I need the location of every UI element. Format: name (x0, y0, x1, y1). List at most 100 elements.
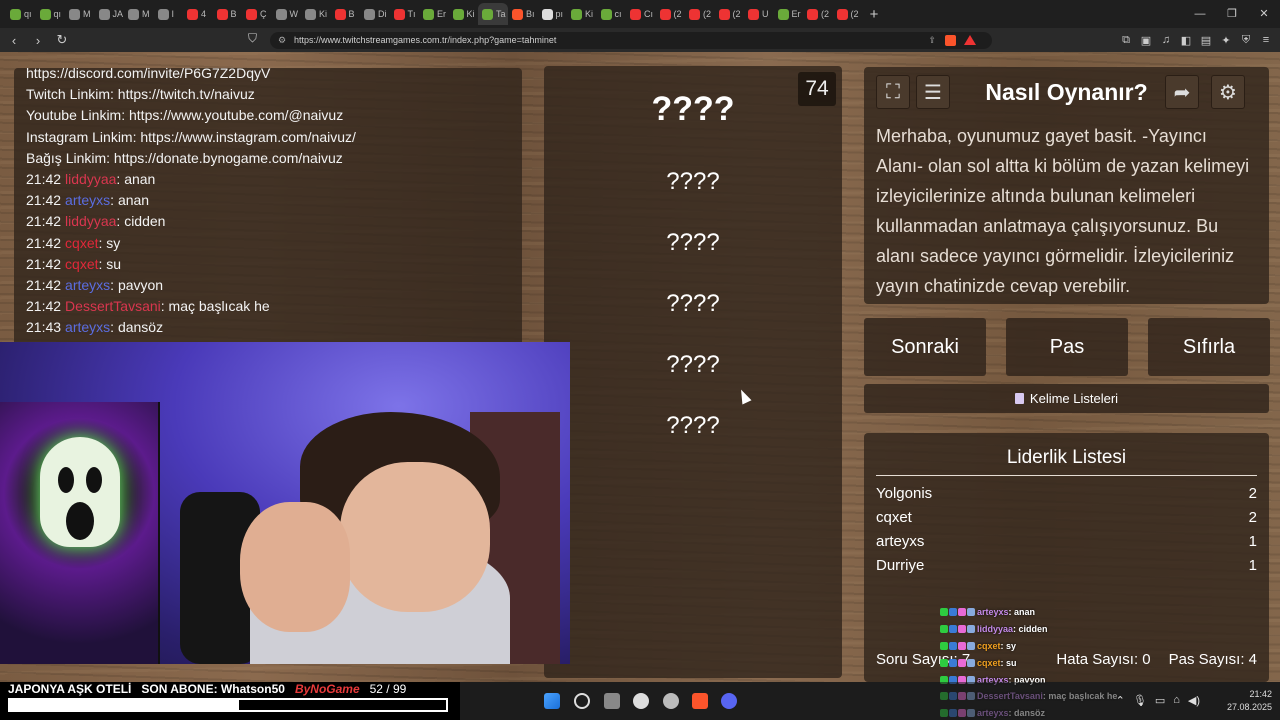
leaderboard-row: Yolgonis 2 (876, 482, 1257, 506)
discord-icon[interactable] (721, 693, 737, 709)
close-window-button[interactable]: ✕ (1248, 0, 1280, 28)
browser-tab[interactable]: Cı (626, 3, 656, 25)
browser-tab[interactable]: B (213, 3, 243, 25)
chat-username[interactable]: cqxet (65, 235, 98, 251)
display-icon[interactable]: ▭ (1155, 694, 1165, 707)
browser-tab[interactable]: Ki (301, 3, 331, 25)
chat-info-line: Twitch Linkim: https://twitch.tv/naivuz (26, 86, 255, 103)
tab-label: Ki (585, 9, 594, 19)
chatgpt-icon[interactable] (633, 693, 649, 709)
chat-username[interactable]: arteyxs (65, 277, 110, 293)
browser-tab[interactable]: Ç (242, 3, 272, 25)
chat-time: 21:42 (26, 234, 62, 251)
chat-username[interactable]: cqxet (65, 256, 98, 272)
chat-username[interactable]: liddyyaa (65, 171, 116, 187)
exit-icon[interactable]: ➦ (1165, 75, 1199, 109)
start-icon[interactable] (544, 693, 560, 709)
browser-tab[interactable]: M (124, 3, 154, 25)
browser-tab[interactable]: Ta✕ (478, 3, 508, 25)
reset-button[interactable]: Sıfırla (1148, 318, 1270, 376)
player-score: 2 (1248, 485, 1257, 502)
browser-tab[interactable]: (2 (833, 3, 863, 25)
forward-button[interactable]: › (28, 33, 48, 48)
browser-tab[interactable]: Ki (449, 3, 479, 25)
site-info-icon[interactable]: ⚙ (278, 32, 286, 49)
new-tab-button[interactable]: + (862, 6, 886, 23)
tab-label: JA (112, 9, 124, 19)
tab-favicon-icon (305, 8, 316, 20)
reload-button[interactable]: ↻ (52, 32, 72, 48)
vpn-icon[interactable]: ⛨ (1240, 34, 1252, 47)
obs-icon[interactable] (663, 693, 679, 709)
word-lists-button[interactable]: Kelime Listeleri (864, 384, 1269, 413)
chat-username[interactable]: liddyyaa (65, 213, 116, 229)
browser-tab[interactable]: pı (538, 3, 568, 25)
tab-label: Er (437, 9, 446, 19)
minimize-button[interactable]: — (1184, 0, 1216, 28)
last-subscriber: SON ABONE: Whatson50 (141, 682, 285, 696)
chat-username[interactable]: arteyxs (65, 192, 110, 208)
browser-tab[interactable]: Bı (508, 3, 538, 25)
browser-tab[interactable]: B (331, 3, 361, 25)
bookmark-icon[interactable]: ⛉ (248, 31, 257, 46)
chat-badges-icon (940, 641, 975, 650)
gear-icon[interactable]: ⚙ (1211, 75, 1245, 109)
maximize-button[interactable]: ❐ (1216, 0, 1248, 28)
network-icon[interactable]: ⌂ (1173, 694, 1180, 707)
share-icon[interactable]: ⇪ (928, 32, 936, 49)
back-button[interactable]: ‹ (4, 33, 24, 48)
browser-tab[interactable]: Ki (567, 3, 597, 25)
volume-icon[interactable]: ◀) (1188, 694, 1200, 707)
chat-username[interactable]: DessertTavsani (65, 298, 161, 314)
stream-chat-panel: https://discord.com/invite/P6G7Z2DqyV Twi… (14, 68, 522, 350)
pass-button[interactable]: Pas (1006, 318, 1128, 376)
chat-message: 21:42 cqxet: sy (26, 233, 510, 254)
chat-messages: 21:42 liddyyaa: anan 21:42 arteyxs: anan 21:… (26, 169, 510, 339)
wallet-icon[interactable]: ▤ (1200, 34, 1212, 47)
brave-icon[interactable] (692, 693, 708, 709)
browser-tab[interactable]: Di (360, 3, 390, 25)
browser-tab[interactable]: W (272, 3, 302, 25)
player-name: Durriye (876, 557, 925, 574)
media-icon[interactable]: ♫ (1160, 34, 1172, 46)
chevron-up-icon[interactable]: ⌃ (1116, 694, 1125, 707)
tab-favicon-icon (246, 8, 257, 20)
tab-label: Ç (260, 9, 267, 19)
tab-favicon-icon (98, 8, 110, 20)
extensions-icon[interactable]: ⧉ (1120, 34, 1132, 47)
tab-label: I (171, 9, 175, 19)
leo-icon[interactable]: ✦ (1220, 34, 1232, 47)
browser-tab[interactable]: JA (95, 3, 125, 25)
chat-username[interactable]: arteyxs (65, 319, 110, 335)
clock[interactable]: 21:42 27.08.2025 (1227, 688, 1272, 714)
tab-label: pı (555, 9, 564, 19)
overlay-chat-line: arteyxs : anan (940, 604, 1140, 621)
browser-tab[interactable]: U (744, 3, 774, 25)
browser-tab[interactable]: (2 (685, 3, 715, 25)
tab-label: B (348, 9, 355, 19)
browser-tab[interactable]: (2 (715, 3, 745, 25)
browser-tab[interactable]: Tı (390, 3, 420, 25)
browser-tab[interactable]: (2 (803, 3, 833, 25)
browser-tab[interactable]: Er (419, 3, 449, 25)
task-view-icon[interactable] (604, 693, 620, 709)
address-bar[interactable]: ⚙ https://www.twitchstreamgames.com.tr/i… (270, 32, 992, 49)
brave-rewards-icon[interactable] (964, 35, 976, 45)
browser-tab[interactable]: Er (774, 3, 804, 25)
browser-tab[interactable]: 4 (183, 3, 213, 25)
brave-shields-icon[interactable] (945, 35, 956, 46)
microphone-icon[interactable]: 🎙 (1133, 694, 1147, 707)
browser-tab[interactable]: (2 (656, 3, 686, 25)
screenshot-icon[interactable]: ▣ (1140, 34, 1152, 47)
browser-tab[interactable]: M (65, 3, 95, 25)
browser-tab[interactable]: qı (36, 3, 66, 25)
browser-tab[interactable]: qı (6, 3, 36, 25)
menu-icon[interactable]: ≡ (1260, 34, 1272, 46)
sidebar-icon[interactable]: ◧ (1180, 34, 1192, 47)
search-icon[interactable] (574, 693, 590, 709)
browser-tab[interactable]: cı (597, 3, 627, 25)
browser-tab[interactable]: I (154, 3, 184, 25)
chat-message: 21:42 arteyxs: pavyon (26, 275, 510, 296)
next-button[interactable]: Sonraki (864, 318, 986, 376)
player-score: 1 (1248, 557, 1257, 574)
